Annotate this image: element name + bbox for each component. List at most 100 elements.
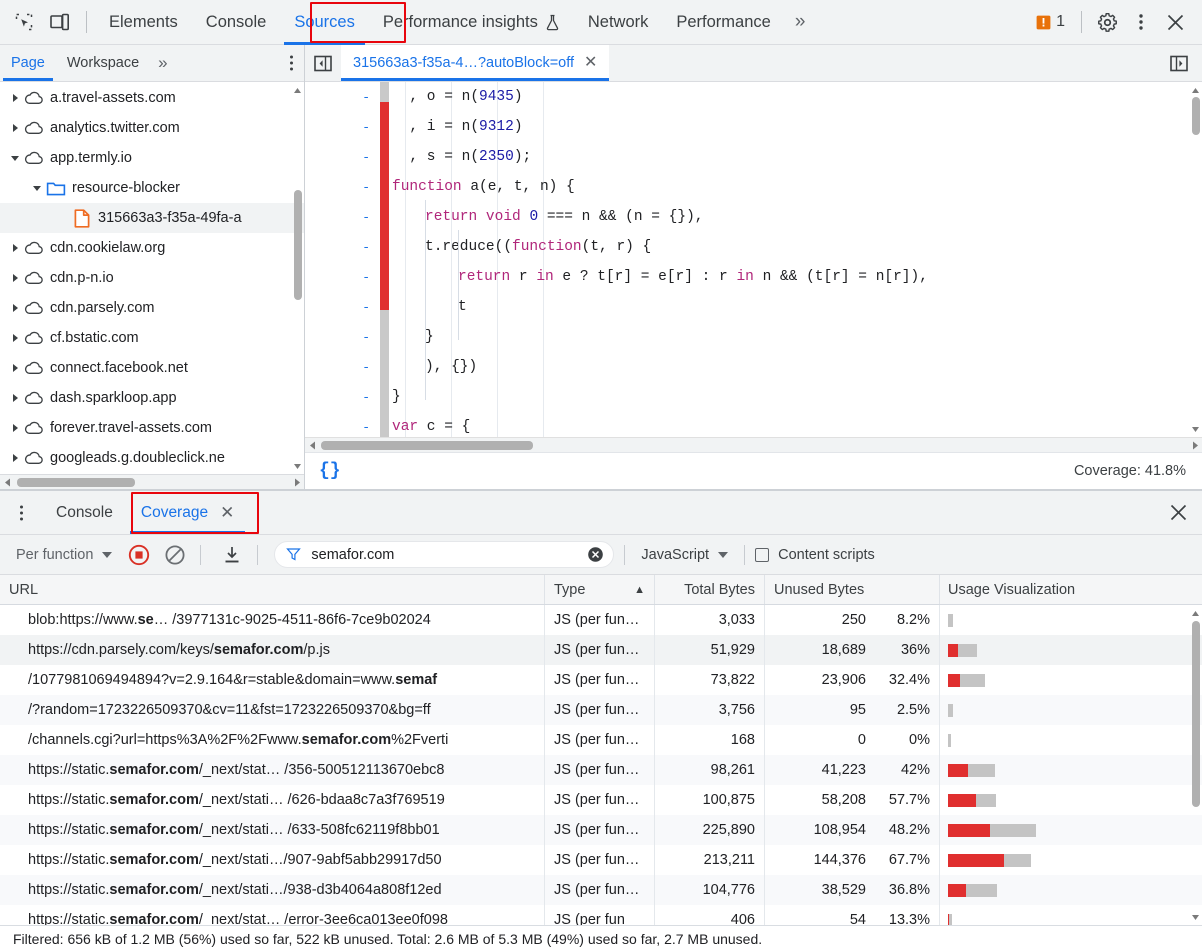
chevron-down-icon[interactable] [8,154,22,163]
scroll-up-arrow[interactable] [292,84,303,96]
gutter-line-marker[interactable]: - [305,352,380,382]
chevron-down-icon[interactable] [30,184,44,193]
warning-badge[interactable]: 1 [1028,13,1073,31]
column-header-type[interactable]: Type ▲ [545,575,655,604]
editor-tab-resource-blocker[interactable]: 315663a3-f35a-4…?autoBlock=off ✕ [341,45,609,81]
coverage-scrollbar[interactable] [1189,605,1202,925]
file-tree[interactable]: a.travel-assets.comanalytics.twitter.com… [0,82,304,474]
chevron-right-icon[interactable] [8,423,22,433]
table-row[interactable]: https://static.semafor.com/_next/stat… /… [0,905,1202,925]
tab-sources[interactable]: Sources [280,0,369,45]
tree-item-a-travel-assets-com[interactable]: a.travel-assets.com [0,83,304,113]
kebab-menu-icon[interactable] [1124,5,1158,39]
drawer-kebab-icon[interactable] [0,491,42,534]
more-panels-icon[interactable]: » [785,0,816,45]
code-line[interactable]: function a(e, t, n) { [392,172,1202,202]
clear-all-icon[interactable] [160,540,190,570]
code-line[interactable]: var c = { [392,412,1202,437]
gutter-line-marker[interactable]: - [305,292,380,322]
hscroll-left-arrow[interactable] [0,478,14,487]
tree-item-cdn-cookielaw-org[interactable]: cdn.cookielaw.org [0,233,304,263]
editor-hscroll-thumb[interactable] [321,441,533,450]
show-navigator-icon[interactable] [305,45,341,81]
navigator-hscroll-thumb[interactable] [17,478,135,487]
editor-scroll-down-arrow[interactable] [1189,423,1202,435]
table-row[interactable]: /1077981069494894?v=2.9.164&r=stable&dom… [0,665,1202,695]
column-header-unused-bytes[interactable]: Unused Bytes [765,575,940,604]
tree-item-315663a3-f35a-49fa-a[interactable]: 315663a3-f35a-49fa-a [0,203,304,233]
chevron-right-icon[interactable] [8,93,22,103]
navigator-tab-page[interactable]: Page [0,45,56,81]
code-line[interactable]: } [392,382,1202,412]
gutter-line-marker[interactable]: - [305,172,380,202]
editor-scroll-thumb[interactable] [1192,97,1200,135]
chevron-right-icon[interactable] [8,333,22,343]
code-line[interactable]: } [392,322,1202,352]
code-line[interactable]: , o = n(9435) [392,82,1202,112]
navigator-hscrollbar[interactable] [0,474,304,489]
tree-item-cdn-parsely-com[interactable]: cdn.parsely.com [0,293,304,323]
chevron-right-icon[interactable] [8,453,22,463]
stop-recording-button[interactable] [124,540,154,570]
table-row[interactable]: /?random=1723226509370&cv=11&fst=1723226… [0,695,1202,725]
navigator-more-icon[interactable]: » [150,45,175,81]
tree-item-analytics-twitter-com[interactable]: analytics.twitter.com [0,113,304,143]
navigator-tab-workspace[interactable]: Workspace [56,45,150,81]
chevron-right-icon[interactable] [8,393,22,403]
table-row[interactable]: https://cdn.parsely.com/keys/semafor.com… [0,635,1202,665]
clear-filter-icon[interactable] [587,546,604,563]
editor-hscrollbar[interactable] [305,437,1202,452]
table-row[interactable]: https://static.semafor.com/_next/stati… … [0,815,1202,845]
gutter-line-marker[interactable]: - [305,262,380,292]
content-scripts-checkbox[interactable]: Content scripts [755,547,875,563]
coverage-scroll-thumb[interactable] [1192,621,1200,807]
chevron-right-icon[interactable] [8,273,22,283]
table-row[interactable]: /channels.cgi?url=https%3A%2F%2Fwww.sema… [0,725,1202,755]
coverage-rows[interactable]: blob:https://www.se… /3977131c-9025-4511… [0,605,1202,925]
scroll-down-arrow[interactable] [292,460,303,472]
navigator-kebab-icon[interactable] [279,45,304,81]
filter-input[interactable] [309,546,579,564]
table-row[interactable]: https://static.semafor.com/_next/stat… /… [0,755,1202,785]
chevron-right-icon[interactable] [8,303,22,313]
tree-item-forever-travel-assets-com[interactable]: forever.travel-assets.com [0,413,304,443]
tab-performance[interactable]: Performance [662,0,784,45]
pretty-print-icon[interactable]: {} [319,461,341,481]
drawer-tab-console[interactable]: Console [42,491,127,534]
checkbox-box[interactable] [755,548,769,562]
navigator-scrollbar[interactable] [292,82,303,474]
code-line[interactable]: , i = n(9312) [392,112,1202,142]
tree-item-connect-facebook-net[interactable]: connect.facebook.net [0,353,304,383]
table-row[interactable]: https://static.semafor.com/_next/stati…/… [0,845,1202,875]
editor-tab-close-icon[interactable]: ✕ [584,55,597,71]
editor-scrollbar[interactable] [1189,82,1202,437]
drawer-tab-coverage-close-icon[interactable]: ✕ [220,504,234,521]
hscroll-right-arrow[interactable] [290,478,304,487]
close-icon[interactable] [1158,5,1192,39]
export-icon[interactable] [217,540,247,570]
drawer-tab-coverage[interactable]: Coverage ✕ [127,491,248,534]
table-row[interactable]: https://static.semafor.com/_next/stati… … [0,785,1202,815]
show-debugger-sidebar-icon[interactable] [1162,46,1196,80]
tree-item-dash-sparkloop-app[interactable]: dash.sparkloop.app [0,383,304,413]
tab-console[interactable]: Console [192,0,281,45]
table-row[interactable]: https://static.semafor.com/_next/stati…/… [0,875,1202,905]
tab-performance-insights[interactable]: Performance insights [369,0,574,45]
chevron-right-icon[interactable] [8,123,22,133]
gutter-line-marker[interactable]: - [305,82,380,112]
table-row[interactable]: blob:https://www.se… /3977131c-9025-4511… [0,605,1202,635]
tab-network[interactable]: Network [574,0,663,45]
tree-item-cdn-p-n-io[interactable]: cdn.p-n.io [0,263,304,293]
device-toolbar-icon[interactable] [42,0,78,44]
drawer-close-icon[interactable] [1155,491,1202,534]
tree-item-app-termly-io[interactable]: app.termly.io [0,143,304,173]
editor-hscroll-left-arrow[interactable] [305,441,319,450]
column-header-url[interactable]: URL [0,575,545,604]
inspect-element-icon[interactable] [6,0,42,44]
code-line[interactable]: , s = n(2350); [392,142,1202,172]
code-content[interactable]: , o = n(9435) , i = n(9312) , s = n(2350… [380,82,1202,437]
code-line[interactable]: return r in e ? t[r] = e[r] : r in n && … [392,262,1202,292]
granularity-dropdown[interactable]: Per function [10,547,118,563]
code-line[interactable]: t [392,292,1202,322]
gutter-line-marker[interactable]: - [305,322,380,352]
